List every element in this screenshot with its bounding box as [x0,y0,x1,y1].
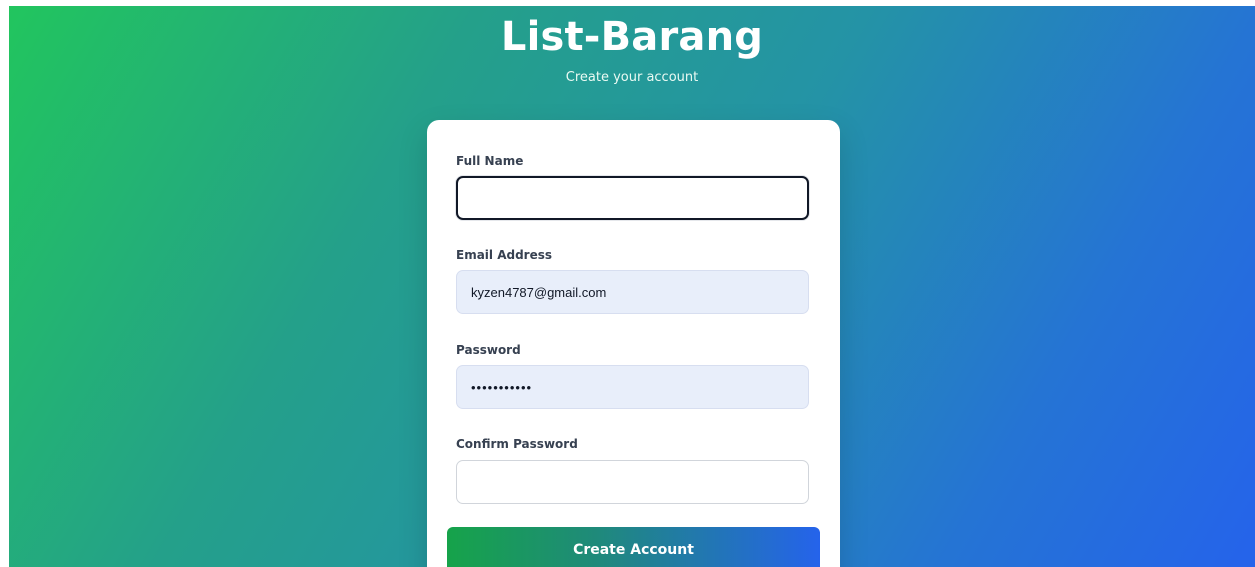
page-subtitle: Create your account [565,70,699,85]
full-name-input[interactable] [456,176,809,220]
app-title: List-Barang [500,14,764,60]
signup-page: List-Barang Create your account Full Nam… [9,6,1255,567]
password-input[interactable] [456,365,809,409]
confirm-password-input[interactable] [456,460,809,504]
signup-card: Full Name Email Address Password Confirm… [427,120,840,567]
full-name-label: Full Name [456,154,524,168]
create-account-button[interactable]: Create Account [447,527,820,567]
email-input[interactable] [456,270,809,314]
confirm-password-label: Confirm Password [456,437,578,451]
email-label: Email Address [456,248,553,262]
password-label: Password [456,343,521,357]
